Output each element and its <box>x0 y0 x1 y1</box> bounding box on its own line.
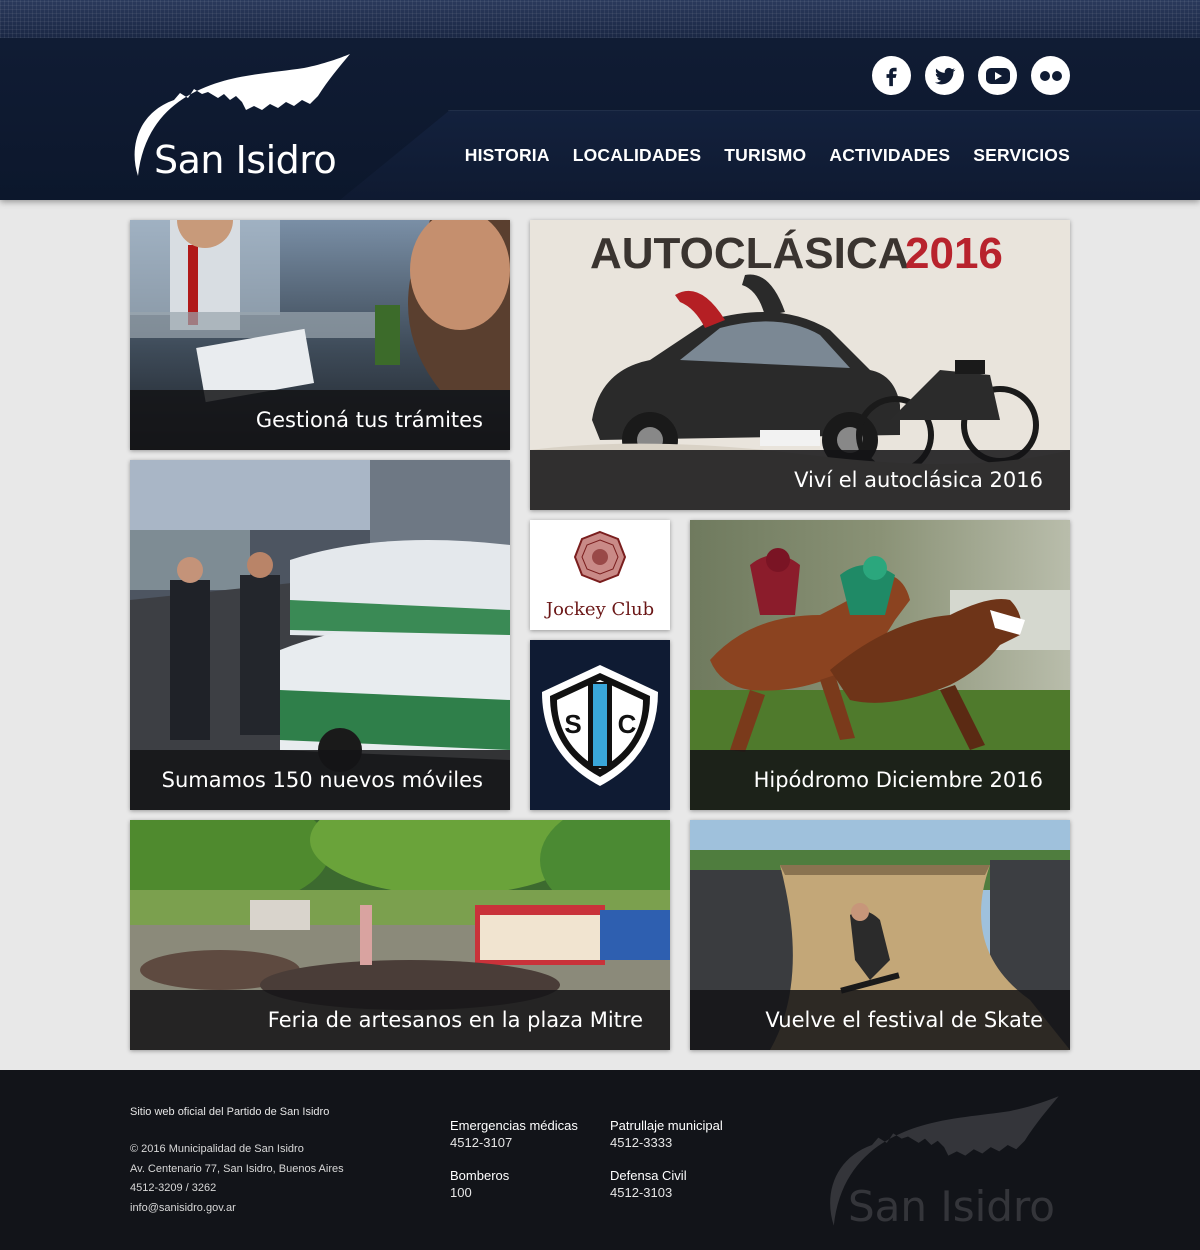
footer-logo-watermark: San Isidro <box>820 1092 1065 1232</box>
contact-label: Bomberos <box>450 1168 510 1183</box>
svg-text:C: C <box>618 709 637 739</box>
tile-jockey-club[interactable]: Jockey Club <box>530 520 670 630</box>
svg-text:S: S <box>564 709 581 739</box>
tile-feria[interactable]: Feria de artesanos en la plaza Mitre <box>130 820 670 1050</box>
tile-caption: Sumamos 150 nuevos móviles <box>130 750 510 810</box>
footer-copyright: © 2016 Municipalidad de San Isidro <box>130 1143 304 1155</box>
contact-emergencias: Emergencias médicas 4512-3107 <box>450 1117 578 1151</box>
main-nav: HISTORIA LOCALIDADES TURISMO ACTIVIDADES… <box>465 145 1070 166</box>
nav-servicios[interactable]: SERVICIOS <box>973 145 1070 166</box>
contact-number: 4512-3107 <box>450 1135 513 1150</box>
tile-tramites[interactable]: Gestioná tus trámites <box>130 220 510 450</box>
tile-moviles[interactable]: Sumamos 150 nuevos móviles <box>130 460 510 810</box>
nav-localidades[interactable]: LOCALIDADES <box>573 145 702 166</box>
autoclasica-year: 2016 <box>905 229 1003 278</box>
tile-caption: Hipódromo Diciembre 2016 <box>690 750 1070 810</box>
footer-address: Av. Centenario 77, San Isidro, Buenos Ai… <box>130 1162 344 1175</box>
tile-sic[interactable]: S C <box>530 640 670 810</box>
san-isidro-logo[interactable]: San Isidro <box>128 50 353 182</box>
contact-bomberos: Bomberos 100 <box>450 1167 509 1201</box>
contact-number: 4512-3103 <box>610 1185 673 1200</box>
nav-turismo[interactable]: TURISMO <box>724 145 806 166</box>
contact-label: Patrullaje municipal <box>610 1118 723 1133</box>
social-links <box>872 56 1070 95</box>
tile-autoclasica[interactable]: AUTOCLÁSICA 2016 Viví el autoclásica 201… <box>530 220 1070 510</box>
sic-shield-logo: S C <box>542 665 658 786</box>
contact-label: Emergencias médicas <box>450 1118 578 1133</box>
jockey-club-logo: Jockey Club <box>544 530 654 620</box>
youtube-icon[interactable] <box>978 56 1017 95</box>
tile-caption: Gestioná tus trámites <box>130 390 510 450</box>
jockey-club-text: Jockey Club <box>544 599 654 620</box>
tile-hipodromo[interactable]: Hipódromo Diciembre 2016 <box>690 520 1070 810</box>
tile-caption: Vuelve el festival de Skate <box>690 990 1070 1050</box>
contact-label: Defensa Civil <box>610 1168 687 1183</box>
facebook-icon[interactable] <box>872 56 911 95</box>
contact-number: 100 <box>450 1185 472 1200</box>
footer-email[interactable]: info@sanisidro.gov.ar <box>130 1199 344 1219</box>
footer-logo-text: San Isidro <box>848 1182 1056 1231</box>
contact-number: 4512-3333 <box>610 1135 673 1150</box>
tile-skate[interactable]: Vuelve el festival de Skate <box>690 820 1070 1050</box>
logo-text: San Isidro <box>154 138 337 182</box>
contact-defensa-civil: Defensa Civil 4512-3103 <box>610 1167 687 1201</box>
footer-phone: 4512-3209 / 3262 <box>130 1182 217 1194</box>
footer-contact-info: © 2016 Municipalidad de San Isidro Av. C… <box>130 1140 344 1218</box>
site-footer: Sitio web oficial del Partido de San Isi… <box>0 1070 1200 1250</box>
footer-official-text: Sitio web oficial del Partido de San Isi… <box>130 1106 330 1118</box>
nav-actividades[interactable]: ACTIVIDADES <box>829 145 950 166</box>
tile-caption: Feria de artesanos en la plaza Mitre <box>130 990 670 1050</box>
contact-patrullaje: Patrullaje municipal 4512-3333 <box>610 1117 723 1151</box>
tile-caption: Viví el autoclásica 2016 <box>530 450 1070 510</box>
header-pattern <box>0 0 1200 38</box>
site-header: San Isidro HISTORIA LOCALIDADES TURISMO … <box>0 0 1200 200</box>
flickr-icon[interactable] <box>1031 56 1070 95</box>
twitter-icon[interactable] <box>925 56 964 95</box>
autoclasica-title: AUTOCLÁSICA <box>590 228 909 278</box>
nav-historia[interactable]: HISTORIA <box>465 145 550 166</box>
